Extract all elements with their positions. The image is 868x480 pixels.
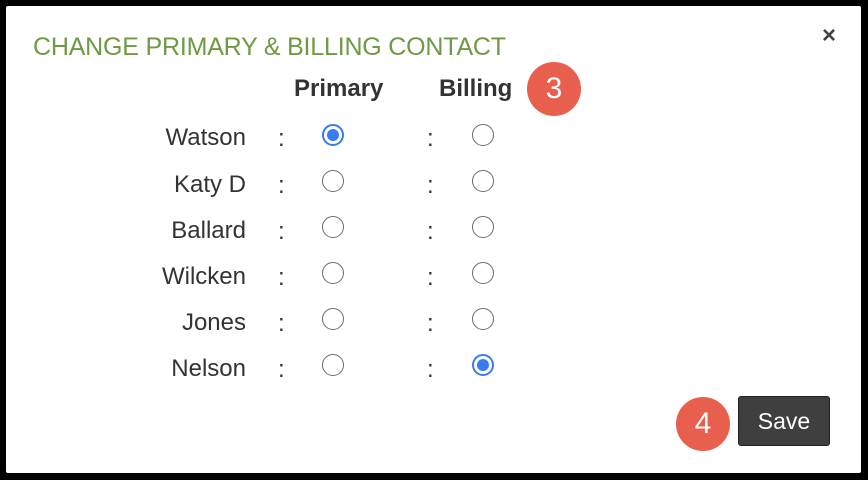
- radio-billing-wilcken[interactable]: [472, 262, 494, 284]
- close-icon[interactable]: ×: [817, 24, 841, 48]
- separator: :: [427, 356, 434, 383]
- save-button[interactable]: Save: [738, 396, 830, 446]
- separator: :: [427, 218, 434, 245]
- radio-primary-ballard[interactable]: [322, 216, 344, 238]
- dialog-title: CHANGE PRIMARY & BILLING CONTACT: [33, 33, 506, 61]
- contact-dialog: CHANGE PRIMARY & BILLING CONTACT × Prima…: [6, 6, 861, 473]
- radio-primary-wilcken[interactable]: [322, 262, 344, 284]
- step-badge-3: 3: [527, 62, 581, 116]
- separator: :: [427, 310, 434, 337]
- radio-billing-nelson[interactable]: [472, 354, 494, 376]
- contact-name-nelson: Nelson: [171, 355, 246, 382]
- radio-primary-nelson[interactable]: [322, 354, 344, 376]
- separator: :: [427, 125, 434, 152]
- contact-name-ballard: Ballard: [171, 217, 246, 244]
- contact-name-watson: Watson: [165, 124, 246, 151]
- column-header-billing: Billing: [439, 75, 513, 102]
- step-badge-4: 4: [676, 397, 730, 451]
- radio-billing-watson[interactable]: [472, 124, 494, 146]
- contact-name-katy-d: Katy D: [173, 171, 246, 198]
- contact-name-jones: Jones: [181, 309, 246, 336]
- radio-primary-watson[interactable]: [322, 124, 344, 146]
- separator: :: [278, 264, 285, 291]
- separator: :: [427, 172, 434, 199]
- radio-primary-katy-d[interactable]: [322, 170, 344, 192]
- separator: :: [278, 310, 285, 337]
- radio-primary-jones[interactable]: [322, 308, 344, 330]
- separator: :: [278, 172, 285, 199]
- radio-billing-ballard[interactable]: [472, 216, 494, 238]
- contact-name-wilcken: Wilcken: [161, 263, 246, 290]
- separator: :: [427, 264, 434, 291]
- separator: :: [278, 125, 285, 152]
- separator: :: [278, 356, 285, 383]
- radio-billing-jones[interactable]: [472, 308, 494, 330]
- column-header-primary: Primary: [294, 75, 384, 102]
- separator: :: [278, 218, 285, 245]
- radio-billing-katy-d[interactable]: [472, 170, 494, 192]
